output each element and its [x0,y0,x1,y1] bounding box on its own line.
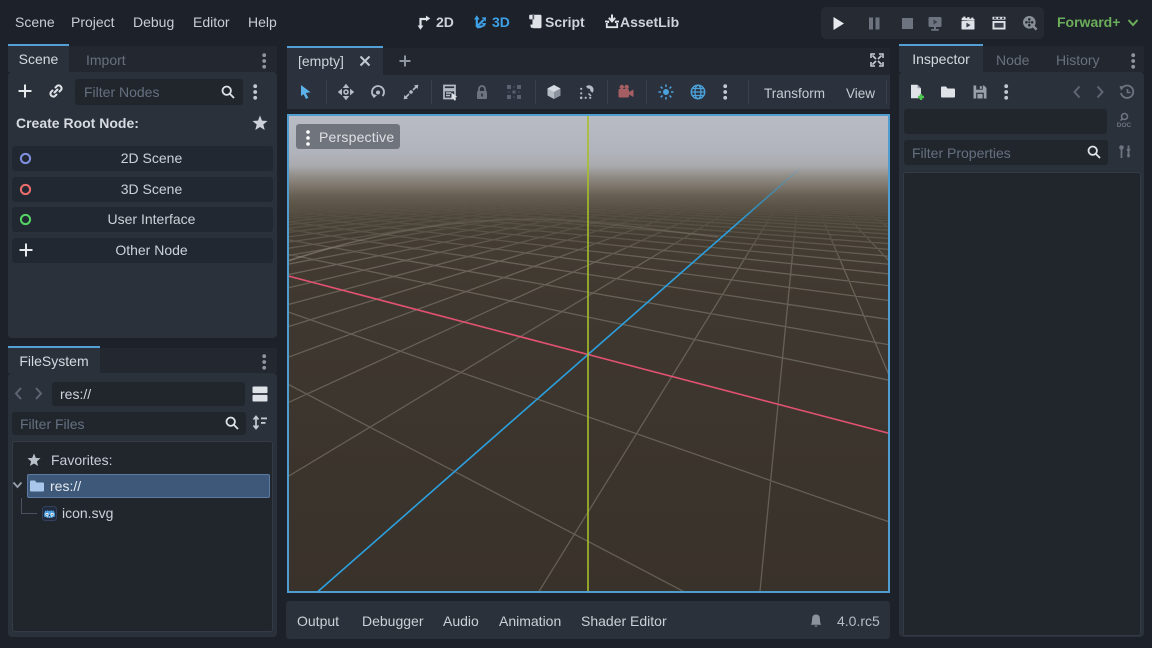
svg-text:DOC: DOC [1117,122,1132,128]
